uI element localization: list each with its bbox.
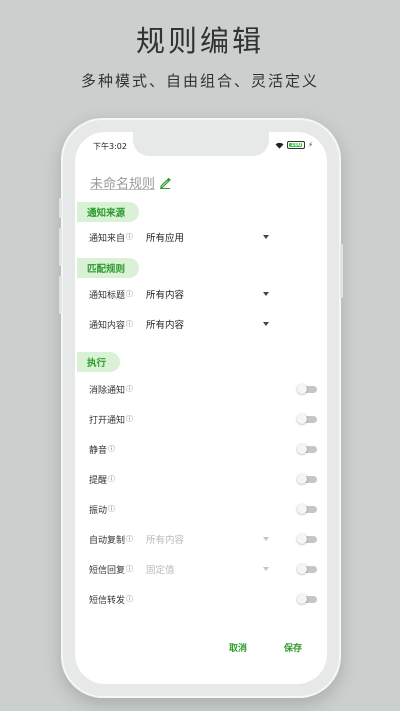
row-notification-from[interactable]: 通知来自 ⓘ 所有应用	[89, 227, 319, 247]
row-label: 提醒	[89, 475, 108, 486]
status-bar: 下午3:02 100 ⚡	[75, 140, 327, 154]
info-icon[interactable]: ⓘ	[126, 384, 133, 394]
open-toggle[interactable]	[297, 414, 317, 424]
select-value: 所有应用	[146, 233, 185, 244]
row-notification-title[interactable]: 通知标题 ⓘ 所有内容	[89, 284, 319, 304]
pencil-icon[interactable]	[159, 177, 171, 189]
info-icon[interactable]: ⓘ	[108, 504, 115, 514]
section-source-tag: 通知来源	[77, 202, 140, 222]
row-label: 自动复制	[89, 535, 126, 546]
info-icon[interactable]: ⓘ	[126, 414, 133, 424]
row-label: 通知内容	[89, 320, 126, 331]
remind-toggle[interactable]	[297, 474, 317, 484]
info-icon[interactable]: ⓘ	[126, 564, 133, 574]
row-label: 打开通知	[89, 415, 126, 426]
wifi-icon	[275, 142, 284, 149]
hero-subtitle: 多种模式、自由组合、灵活定义	[80, 72, 319, 90]
charging-bolt-icon: ⚡	[308, 141, 313, 149]
rule-name-text: 未命名规则	[90, 177, 156, 192]
caret-down-icon	[263, 292, 269, 296]
select-value: 固定值	[146, 565, 175, 576]
sms-reply-select[interactable]: 固定值	[146, 559, 269, 579]
status-time: 下午3:02	[93, 142, 127, 151]
row-label: 通知来自	[89, 233, 126, 244]
row-auto-copy[interactable]: 自动复制 ⓘ 所有内容	[89, 529, 319, 549]
caret-down-icon	[263, 567, 269, 571]
row-label: 消除通知	[89, 385, 126, 396]
info-icon[interactable]: ⓘ	[126, 289, 133, 299]
vibrate-toggle[interactable]	[297, 504, 317, 514]
info-icon[interactable]: ⓘ	[108, 444, 115, 454]
row-dismiss-notification[interactable]: 消除通知 ⓘ	[89, 379, 319, 399]
row-remind[interactable]: 提醒 ⓘ	[89, 469, 319, 489]
phone-screen: 下午3:02 100 ⚡ 未命名规则 通知来源 通知来自 ⓘ 所有应用 匹配规则…	[75, 132, 327, 684]
row-sms-forward[interactable]: 短信转发 ⓘ	[89, 589, 319, 609]
phone-frame: 下午3:02 100 ⚡ 未命名规则 通知来源 通知来自 ⓘ 所有应用 匹配规则…	[59, 118, 343, 698]
info-icon[interactable]: ⓘ	[126, 319, 133, 329]
info-icon[interactable]: ⓘ	[108, 474, 115, 484]
save-button[interactable]: 保存	[284, 641, 302, 654]
select-value: 所有内容	[146, 535, 185, 546]
info-icon[interactable]: ⓘ	[126, 594, 133, 604]
row-label: 短信回复	[89, 565, 126, 576]
caret-down-icon	[263, 235, 269, 239]
row-sms-reply[interactable]: 短信回复 ⓘ 固定值	[89, 559, 319, 579]
power-button	[340, 244, 343, 298]
volume-down-button-2	[59, 276, 62, 314]
section-execute-tag: 执行	[77, 352, 121, 372]
mute-toggle[interactable]	[297, 444, 317, 454]
info-icon[interactable]: ⓘ	[126, 232, 133, 242]
row-label: 短信转发	[89, 595, 126, 606]
caret-down-icon	[263, 322, 269, 326]
row-notification-content[interactable]: 通知内容 ⓘ 所有内容	[89, 314, 319, 334]
section-match-tag: 匹配规则	[77, 258, 140, 278]
auto-copy-toggle[interactable]	[297, 534, 317, 544]
title-match-select[interactable]: 所有内容	[146, 284, 269, 304]
row-label: 振动	[89, 505, 108, 516]
dismiss-toggle[interactable]	[297, 384, 317, 394]
info-icon[interactable]: ⓘ	[126, 534, 133, 544]
row-vibrate[interactable]: 振动 ⓘ	[89, 499, 319, 519]
content-match-select[interactable]: 所有内容	[146, 314, 269, 334]
battery-icon: 100	[287, 141, 306, 149]
select-value: 所有内容	[146, 290, 185, 301]
hero-title: 规则编辑	[135, 24, 264, 58]
volume-down-button	[59, 228, 62, 266]
battery-level: 100	[290, 142, 302, 148]
cancel-button[interactable]: 取消	[229, 641, 247, 654]
row-label: 通知标题	[89, 290, 126, 301]
sms-reply-toggle[interactable]	[297, 564, 317, 574]
auto-copy-select[interactable]: 所有内容	[146, 529, 269, 549]
row-open-notification[interactable]: 打开通知 ⓘ	[89, 409, 319, 429]
select-value: 所有内容	[146, 320, 185, 331]
row-label: 静音	[89, 445, 108, 456]
app-select[interactable]: 所有应用	[146, 227, 269, 247]
rule-name[interactable]: 未命名规则	[90, 173, 171, 192]
row-mute[interactable]: 静音 ⓘ	[89, 439, 319, 459]
sms-forward-toggle[interactable]	[297, 594, 317, 604]
volume-up-button	[59, 198, 62, 218]
caret-down-icon	[263, 537, 269, 541]
